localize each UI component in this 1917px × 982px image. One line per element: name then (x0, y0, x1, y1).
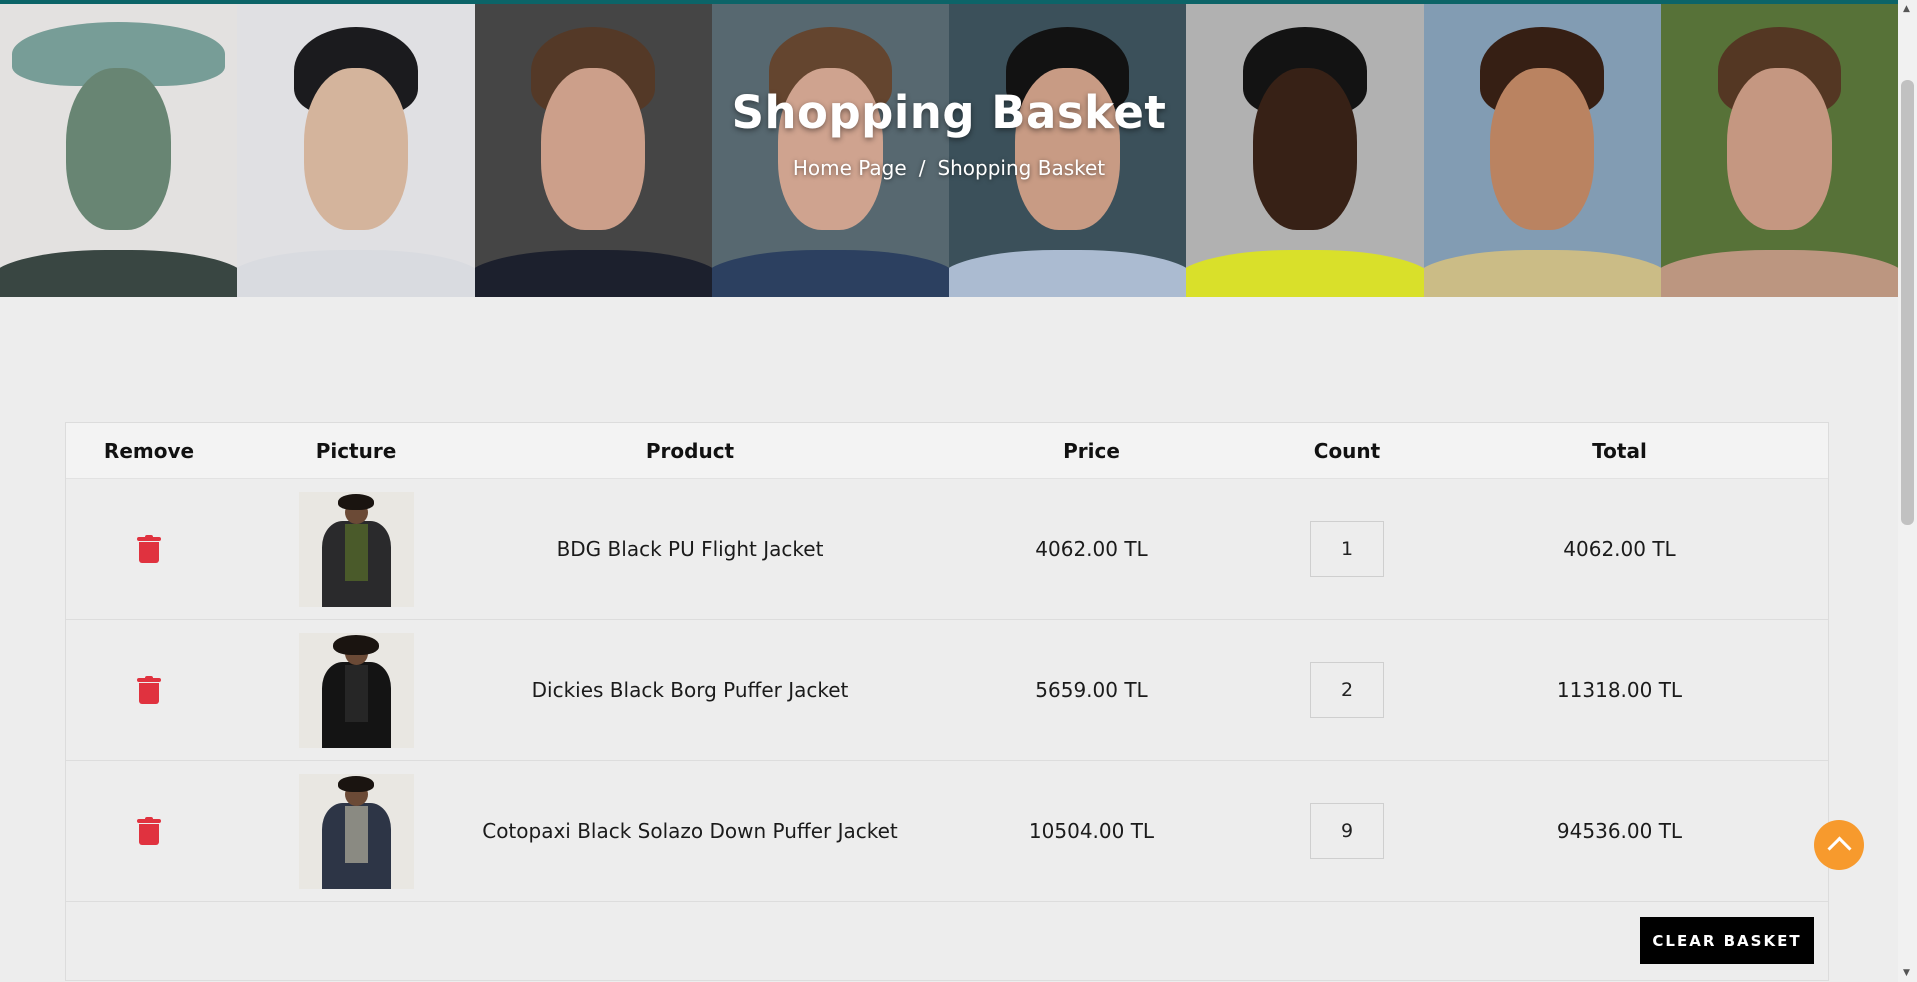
row-total: 11318.00 TL (1556, 678, 1683, 702)
picture-cell (232, 620, 480, 760)
page-scrollbar[interactable]: ▲ ▼ (1898, 0, 1917, 982)
table-row: Dickies Black Borg Puffer Jacket 5659.00… (66, 620, 1828, 761)
header-picture: Picture (315, 438, 397, 463)
basket-table: Remove Picture Product Price Count Total… (65, 422, 1829, 981)
hero-overlay (0, 4, 1898, 297)
product-name[interactable]: BDG Black PU Flight Jacket (480, 479, 900, 619)
remove-cell (66, 620, 232, 760)
scroll-up-arrow-icon[interactable]: ▲ (1903, 4, 1910, 14)
breadcrumb-current: Shopping Basket (937, 156, 1106, 180)
page-title: Shopping Basket (731, 86, 1167, 139)
scrollbar-thumb[interactable] (1901, 80, 1914, 525)
chevron-up-icon (1826, 836, 1852, 861)
product-image[interactable] (298, 632, 414, 748)
header-price: Price (1063, 438, 1120, 463)
product-name[interactable]: Cotopaxi Black Solazo Down Puffer Jacket (480, 761, 900, 901)
count-cell: 2 (1283, 620, 1411, 760)
header-count: Count (1313, 438, 1381, 463)
quantity-input[interactable]: 1 (1310, 521, 1384, 577)
trash-icon[interactable] (137, 676, 161, 704)
table-footer: CLEAR BASKET (66, 902, 1828, 981)
picture-cell (232, 761, 480, 901)
product-price: 10504.00 TL (1028, 819, 1155, 843)
row-total: 4062.00 TL (1563, 537, 1676, 561)
count-cell: 1 (1283, 479, 1411, 619)
quantity-input[interactable]: 2 (1310, 662, 1384, 718)
table-header: Remove Picture Product Price Count Total (66, 423, 1828, 479)
header-remove: Remove (103, 438, 195, 463)
table-row: Cotopaxi Black Solazo Down Puffer Jacket… (66, 761, 1828, 902)
remove-cell (66, 761, 232, 901)
breadcrumb-home-link[interactable]: Home Page (793, 156, 907, 180)
product-image[interactable] (298, 491, 414, 607)
product-image[interactable] (298, 773, 414, 889)
scroll-down-arrow-icon[interactable]: ▼ (1903, 968, 1910, 978)
scroll-to-top-button[interactable] (1814, 820, 1864, 870)
trash-icon[interactable] (137, 817, 161, 845)
trash-icon[interactable] (137, 535, 161, 563)
breadcrumb: Home Page / Shopping Basket (0, 156, 1898, 180)
product-price: 5659.00 TL (1035, 678, 1148, 702)
header-product: Product (645, 438, 735, 463)
product-price: 4062.00 TL (1035, 537, 1148, 561)
breadcrumb-separator: / (918, 156, 926, 180)
row-total: 94536.00 TL (1556, 819, 1683, 843)
header-total: Total (1592, 438, 1647, 463)
quantity-input[interactable]: 9 (1310, 803, 1384, 859)
picture-cell (232, 479, 480, 619)
product-name[interactable]: Dickies Black Borg Puffer Jacket (480, 620, 900, 760)
table-row: BDG Black PU Flight Jacket 4062.00 TL 1 … (66, 479, 1828, 620)
remove-cell (66, 479, 232, 619)
count-cell: 9 (1283, 761, 1411, 901)
clear-basket-button[interactable]: CLEAR BASKET (1640, 917, 1814, 964)
